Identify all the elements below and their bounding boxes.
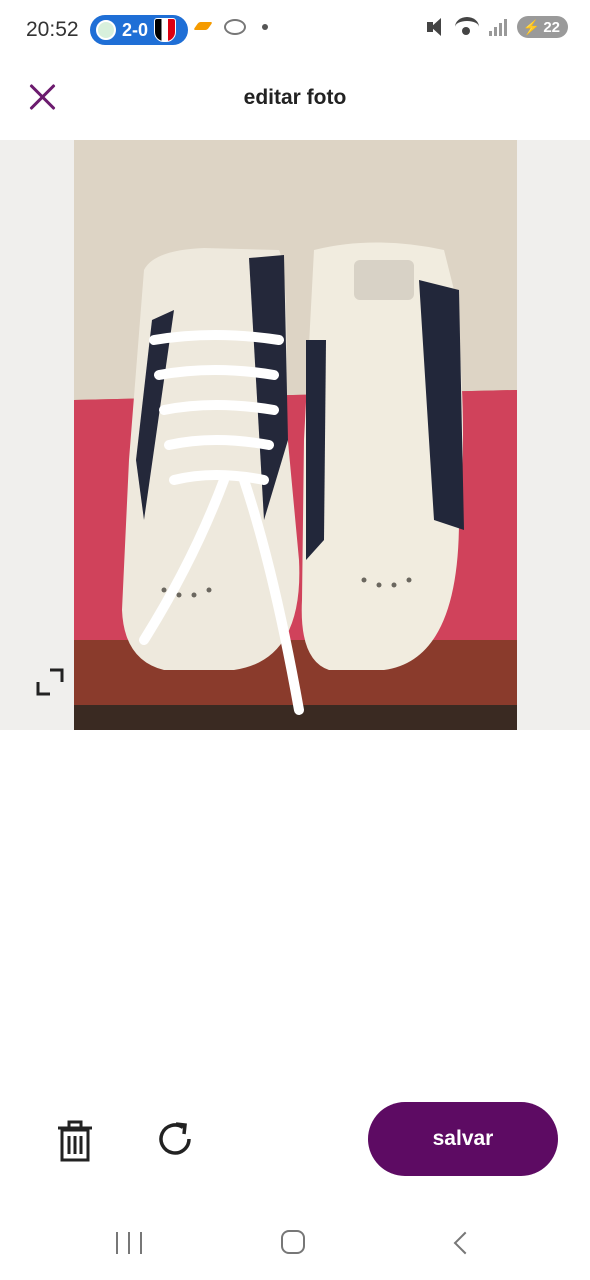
sneakers-photo xyxy=(74,140,517,730)
navigation-bar xyxy=(0,1206,590,1280)
page-title: editar foto xyxy=(243,86,347,109)
photo-image[interactable] xyxy=(74,140,517,730)
photo-editor-area xyxy=(0,140,590,730)
mute-icon xyxy=(425,17,445,37)
system-icons: ⚡ 22 xyxy=(425,16,568,38)
bottom-toolbar: salvar xyxy=(0,1100,590,1180)
team-away-icon xyxy=(154,18,177,42)
trash-icon[interactable] xyxy=(56,1120,94,1162)
status-bar: 20:52 2-0 ⚡ 22 xyxy=(0,0,590,62)
back-icon[interactable] xyxy=(452,1232,468,1254)
notification-icons xyxy=(196,18,268,36)
battery-indicator: ⚡ 22 xyxy=(516,16,568,38)
score-text: 2-0 xyxy=(122,19,149,40)
recent-apps-icon[interactable] xyxy=(116,1232,142,1254)
more-notifications-icon xyxy=(262,24,268,30)
save-button[interactable]: salvar xyxy=(368,1102,558,1176)
team-home-icon xyxy=(96,20,116,40)
header: editar foto xyxy=(0,62,590,140)
resize-icon[interactable] xyxy=(34,666,66,698)
app-notification-icon xyxy=(196,18,216,36)
rotate-icon[interactable] xyxy=(154,1118,196,1160)
app-notification-icon xyxy=(224,19,246,35)
wifi-icon xyxy=(454,17,479,37)
status-time: 20:52 xyxy=(26,18,79,41)
score-notification[interactable]: 2-0 xyxy=(90,15,188,45)
signal-icon xyxy=(488,18,507,36)
battery-level: 22 xyxy=(543,18,560,36)
home-icon[interactable] xyxy=(281,1230,305,1254)
charging-icon: ⚡ xyxy=(522,18,541,35)
